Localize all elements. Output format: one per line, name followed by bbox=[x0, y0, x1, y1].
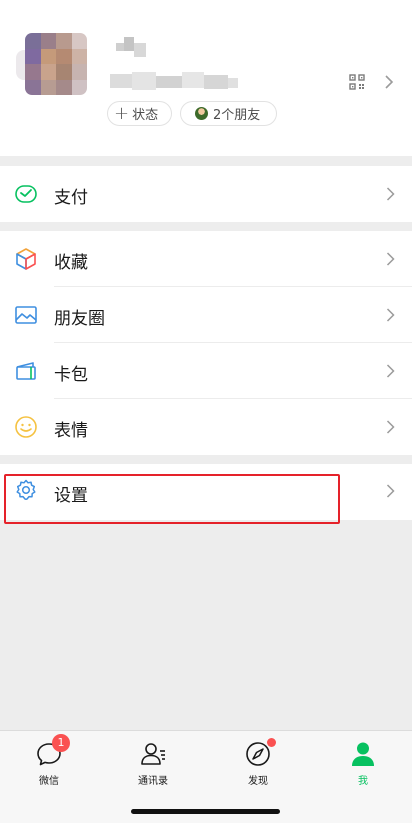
chevron-right-icon bbox=[386, 308, 395, 322]
tab-me[interactable]: 我 bbox=[323, 740, 403, 800]
status-button[interactable]: + 状态 bbox=[107, 101, 172, 126]
chevron-right-icon bbox=[386, 252, 395, 266]
tab-label: 微信 bbox=[39, 776, 59, 787]
tab-icon-wrap bbox=[349, 740, 377, 768]
menu-item-cards[interactable]: 卡包 bbox=[0, 343, 412, 399]
tab-label: 通讯录 bbox=[138, 776, 168, 787]
chevron-right-icon bbox=[386, 420, 395, 434]
favorites-cube-icon bbox=[16, 248, 36, 270]
tab-label: 发现 bbox=[248, 776, 268, 787]
tab-discover[interactable]: 发现 bbox=[218, 738, 298, 800]
friends-label: 2个朋友 bbox=[213, 108, 261, 123]
tab-chats[interactable]: 1 微信 bbox=[9, 734, 89, 800]
plus-icon: + bbox=[114, 102, 130, 124]
status-label: 状态 bbox=[132, 108, 159, 123]
blurred-nickname bbox=[110, 37, 148, 59]
tab-label: 我 bbox=[358, 776, 368, 787]
settings-gear-icon bbox=[16, 479, 36, 501]
menu-label: 表情 bbox=[54, 421, 88, 441]
moments-image-icon bbox=[15, 306, 37, 324]
sticker-smile-icon bbox=[15, 416, 37, 438]
chevron-right-icon bbox=[386, 484, 395, 498]
menu-label: 收藏 bbox=[54, 253, 88, 273]
menu-label: 设置 bbox=[54, 486, 88, 506]
contacts-icon bbox=[141, 743, 165, 765]
blurred-wechat-id bbox=[110, 72, 240, 90]
menu-label: 支付 bbox=[54, 188, 88, 208]
menu-label: 卡包 bbox=[54, 365, 88, 385]
person-icon bbox=[352, 742, 374, 766]
menu-item-pay[interactable]: 支付 bbox=[0, 166, 412, 222]
menu-item-moments[interactable]: 朋友圈 bbox=[0, 287, 412, 343]
menu-label: 朋友圈 bbox=[54, 309, 105, 329]
chevron-right-icon bbox=[386, 187, 395, 201]
friends-status-button[interactable]: 2个朋友 bbox=[180, 101, 277, 126]
chevron-right-icon bbox=[386, 364, 395, 378]
tab-icon-wrap bbox=[139, 740, 167, 768]
profile-header[interactable]: + 状态 2个朋友 bbox=[0, 0, 412, 156]
menu-item-favorites[interactable]: 收藏 bbox=[0, 231, 412, 287]
avatar[interactable] bbox=[25, 33, 87, 95]
home-indicator[interactable] bbox=[131, 809, 280, 814]
qr-code-icon[interactable] bbox=[349, 74, 365, 90]
pay-icon bbox=[15, 185, 37, 203]
friend-avatar bbox=[195, 107, 208, 120]
unread-badge: 1 bbox=[52, 734, 70, 752]
card-wallet-icon bbox=[16, 362, 36, 380]
tab-contacts[interactable]: 通讯录 bbox=[113, 740, 193, 800]
menu-item-stickers[interactable]: 表情 bbox=[0, 399, 412, 455]
menu-item-settings[interactable]: 设置 bbox=[0, 464, 412, 520]
tab-icon-wrap: 1 bbox=[35, 734, 70, 768]
chevron-right-icon[interactable] bbox=[384, 75, 394, 89]
new-indicator-dot bbox=[267, 738, 276, 747]
tab-icon-wrap bbox=[244, 738, 276, 768]
